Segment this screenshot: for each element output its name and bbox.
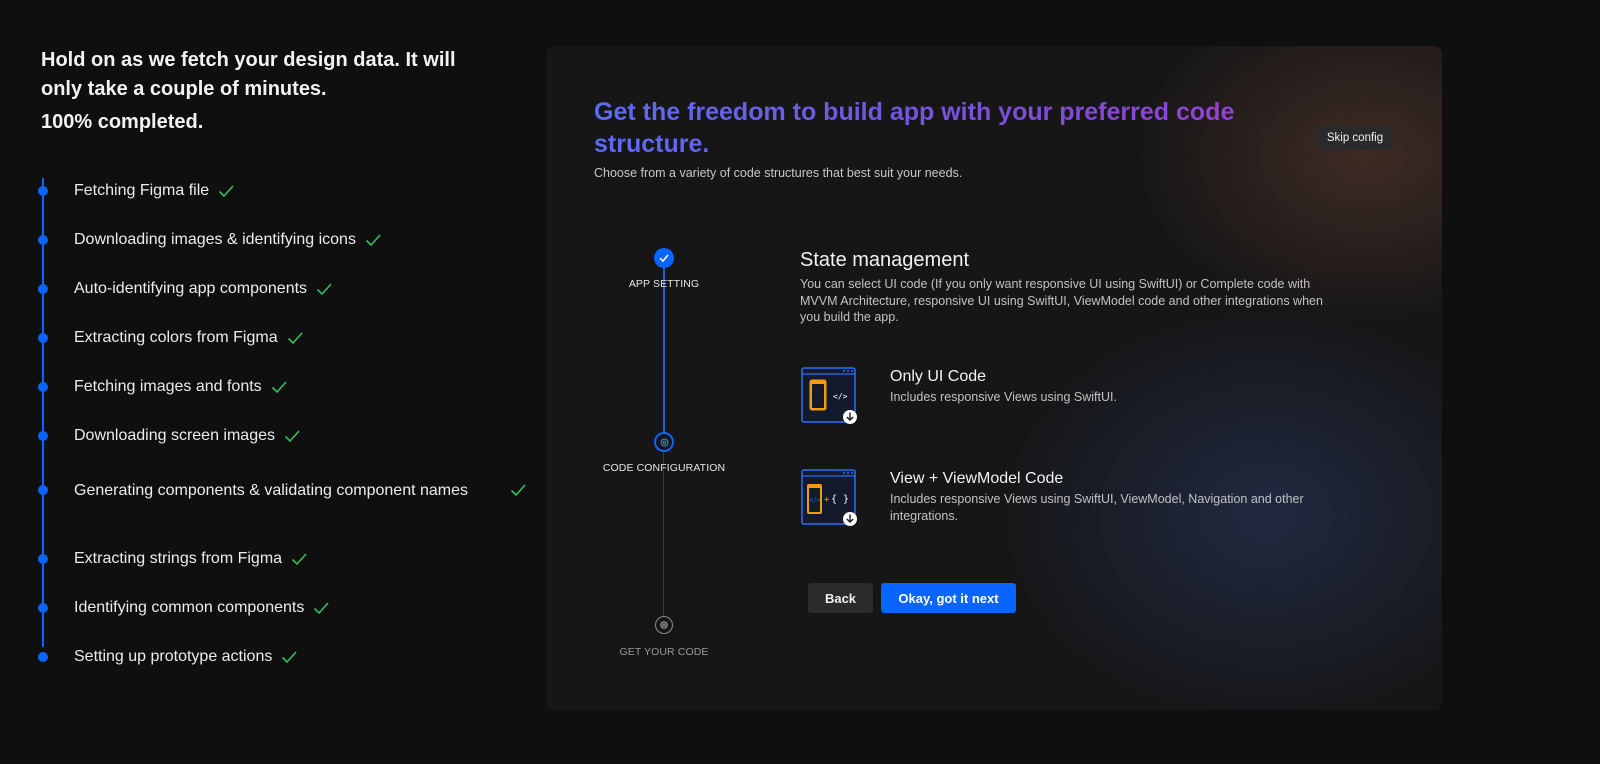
progress-step: Extracting strings from Figma <box>38 546 541 571</box>
check-icon <box>659 254 669 263</box>
option-only-ui-code[interactable]: </> Only UI Code Includes responsive Vie… <box>800 366 1320 426</box>
check-icon <box>282 650 297 663</box>
check-icon <box>510 484 526 497</box>
step-dot <box>38 485 48 495</box>
check-icon <box>365 233 381 246</box>
step-label: Auto-identifying app components <box>74 280 308 297</box>
check-icon <box>284 429 300 442</box>
panel-title: Get the freedom to build app with your p… <box>594 96 1284 160</box>
progress-step: Downloading images & identifying icons <box>38 227 541 252</box>
config-stepper: APP SETTING CODE CONFIGURATION GET YOUR … <box>594 246 734 666</box>
gear-icon <box>660 621 668 629</box>
step-label: Setting up prototype actions <box>74 648 273 665</box>
step-label: Fetching Figma file <box>74 182 210 199</box>
back-button[interactable]: Back <box>808 583 873 613</box>
progress-step: Downloading screen images <box>38 423 541 448</box>
check-icon <box>271 380 287 393</box>
progress-step: Identifying common components <box>38 595 541 620</box>
step-label: Identifying common components <box>74 599 305 616</box>
gear-icon <box>660 438 668 446</box>
option-description: Includes responsive Views using SwiftUI,… <box>890 492 1304 523</box>
progress-heading: Hold on as we fetch your design data. It… <box>41 49 456 100</box>
step-dot <box>38 381 48 392</box>
progress-column: Hold on as we fetch your design data. It… <box>38 46 541 665</box>
bottom-strip <box>0 764 1600 782</box>
stepper-label-code-configuration: CODE CONFIGURATION <box>602 462 726 474</box>
skip-config-button[interactable]: Skip config <box>1317 126 1393 150</box>
progress-step: Auto-identifying app components <box>38 276 541 301</box>
step-label: Extracting strings from Figma <box>74 550 283 567</box>
section-title: State management <box>800 249 969 271</box>
stepper-node-app-setting[interactable] <box>654 248 674 268</box>
step-label: Extracting colors from Figma <box>74 329 278 346</box>
step-dot <box>38 553 48 564</box>
check-icon <box>291 552 307 565</box>
stepper-label-get-your-code: GET YOUR CODE <box>619 646 709 658</box>
svg-text:{ }: { } <box>831 494 849 505</box>
progress-step: Extracting colors from Figma <box>38 325 541 350</box>
step-dot <box>38 283 48 294</box>
stepper-label-app-setting: APP SETTING <box>628 278 700 290</box>
svg-text:+: + <box>824 495 830 505</box>
stepper-line-complete <box>663 268 665 442</box>
step-label: Downloading images & identifying icons <box>74 231 356 248</box>
step-label: Generating components & validating compo… <box>74 481 469 499</box>
option-view-viewmodel-code[interactable]: </> + { } View + ViewModel Code Includes… <box>800 468 1320 528</box>
ui-code-icon: </> <box>801 367 857 424</box>
svg-text:</>: </> <box>810 497 821 504</box>
progress-step: Fetching images and fonts <box>38 374 541 399</box>
progress-percent: 100% completed. <box>41 111 204 133</box>
config-panel: Get the freedom to build app with your p… <box>546 46 1442 710</box>
step-label: Fetching images and fonts <box>74 378 262 395</box>
check-icon <box>219 184 234 197</box>
step-dot <box>38 602 48 613</box>
stepper-node-code-configuration[interactable] <box>654 432 674 452</box>
stepper-line-pending <box>663 452 664 622</box>
step-label: Downloading screen images <box>74 427 275 444</box>
viewmodel-code-icon: </> + { } <box>801 469 857 526</box>
option-description: Includes responsive Views using SwiftUI. <box>890 390 1117 404</box>
check-icon <box>314 601 329 614</box>
stepper-node-get-your-code[interactable] <box>655 616 673 634</box>
option-title: View + ViewModel Code <box>890 470 1064 487</box>
progress-step: Setting up prototype actions <box>38 644 541 669</box>
step-dot <box>38 185 48 196</box>
progress-step: Fetching Figma file <box>38 178 541 203</box>
section-description: You can select UI code (If you only want… <box>800 277 1323 324</box>
step-dot <box>38 332 48 343</box>
progress-step: Generating components & validating compo… <box>38 460 541 520</box>
check-icon <box>287 331 303 344</box>
panel-subtitle: Choose from a variety of code structures… <box>594 166 963 180</box>
option-title: Only UI Code <box>890 368 987 385</box>
step-dot <box>38 651 48 662</box>
next-button[interactable]: Okay, got it next <box>881 583 1016 613</box>
step-dot <box>38 234 48 245</box>
step-dot <box>38 430 48 441</box>
svg-text:</>: </> <box>833 392 848 401</box>
check-icon <box>316 282 332 295</box>
